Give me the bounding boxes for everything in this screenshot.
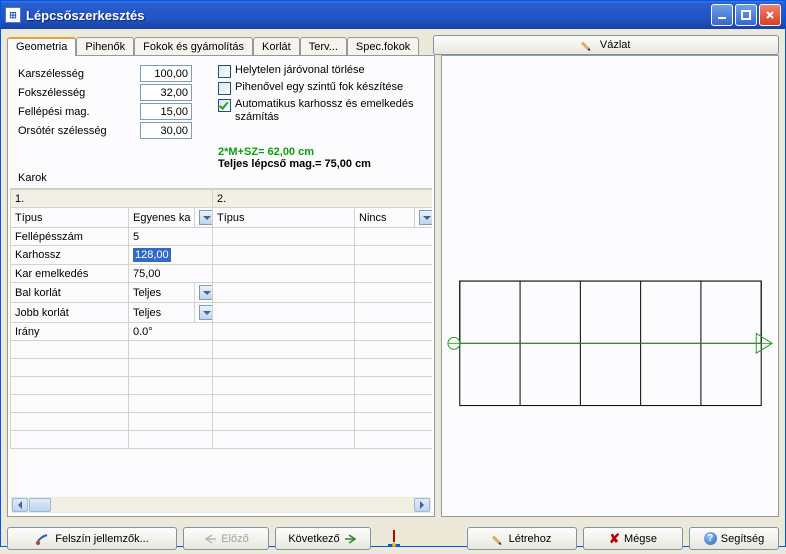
cell-tipus2-value[interactable]: Nincs (355, 208, 415, 228)
footer-bar: Felszín jellemzők... Előző Következő Lét… (1, 523, 785, 554)
cell-irany-value[interactable]: 0.0° (129, 323, 213, 341)
preview-panel (441, 55, 779, 517)
input-fellepesi[interactable] (140, 103, 192, 120)
tab-fokok[interactable]: Fokok és gyámolítás (134, 37, 253, 56)
window-title: Lépcsőszerkesztés (26, 8, 711, 23)
pencil-icon (579, 37, 596, 54)
cell-fellepes-value[interactable]: 5 (129, 228, 213, 246)
scroll-left-icon[interactable] (12, 498, 28, 512)
cell-karemel-value[interactable]: 75,00 (129, 265, 213, 283)
calc-formula: 2*M+SZ= 62,00 cm (218, 146, 432, 158)
input-fokszelesseg[interactable] (140, 84, 192, 101)
titlebar: ⊞ Lépcsőszerkesztés (1, 1, 785, 29)
cell-balk-label: Bal korlát (11, 283, 129, 303)
tipus-dropdown-1[interactable] (199, 210, 213, 225)
arms-grid: 1. 2. 3. Típus Egyenes ka Típus Nincs Tí… (10, 188, 432, 463)
cell-jobbk-label: Jobb korlát (11, 303, 129, 323)
cell-balk-value[interactable]: Teljes (129, 283, 195, 303)
arrow-right-icon (344, 534, 358, 544)
checkbox-helytelen-label: Helytelen járóvonal törlése (235, 64, 365, 77)
label-karszelesseg: Karszélesség (10, 68, 140, 80)
sketch-button[interactable]: Vázlat (433, 35, 779, 55)
calc-total: Teljes lépcső mag.= 75,00 cm (218, 158, 432, 170)
checkbox-automatikus[interactable] (218, 99, 231, 112)
tab-pihenok[interactable]: Pihenők (76, 37, 134, 56)
balk-dropdown[interactable] (199, 285, 213, 300)
checkbox-pihenovel[interactable] (218, 82, 231, 95)
input-orsoter[interactable] (140, 122, 192, 139)
scroll-right-icon[interactable] (414, 498, 430, 512)
checkbox-helytelen[interactable] (218, 65, 231, 78)
close-button[interactable] (759, 4, 781, 26)
checkbox-pihenovel-label: Pihenővel egy szintű fok készítése (235, 81, 403, 94)
tab-terv[interactable]: Terv... (300, 37, 347, 56)
cell-tipus2-label: Típus (213, 208, 355, 228)
cell-karhossz-value[interactable]: 128,00 (129, 246, 213, 265)
help-icon: ? (704, 532, 717, 545)
input-karszelesseg[interactable] (140, 65, 192, 82)
pencil-icon (490, 530, 507, 547)
label-fellepesi: Fellépési mag. (10, 106, 140, 118)
maximize-button[interactable] (735, 4, 757, 26)
karok-label: Karok (10, 172, 432, 184)
tabs-row: Geometria Pihenők Fokok és gyámolítás Ko… (1, 29, 785, 55)
cell-irany-label: Irány (11, 323, 129, 341)
tipus-dropdown-2[interactable] (419, 210, 432, 225)
label-orsoter: Orsótér szélesség (10, 125, 140, 137)
arrow-left-icon (203, 534, 217, 544)
geometry-panel: Karszélesség Fokszélesség Fellépési mag.… (7, 55, 435, 517)
cell-jobbk-value[interactable]: Teljes (129, 303, 195, 323)
cell-tipus-label: Típus (11, 208, 129, 228)
axis-icon (385, 528, 403, 550)
sketch-label: Vázlat (600, 39, 631, 51)
grid-header-2[interactable]: 2. (213, 190, 433, 208)
cell-fellepes-label: Fellépésszám (11, 228, 129, 246)
scroll-thumb[interactable] (29, 498, 51, 512)
jobbk-dropdown[interactable] (199, 305, 213, 320)
tab-korlat[interactable]: Korlát (253, 37, 300, 56)
tab-specfokok[interactable]: Spec.fokok (347, 37, 419, 56)
x-icon: ✘ (609, 531, 620, 547)
stair-preview (442, 56, 778, 516)
label-fokszelesseg: Fokszélesség (10, 87, 140, 99)
grid-header-1[interactable]: 1. (11, 190, 213, 208)
app-icon: ⊞ (5, 7, 21, 23)
checkbox-automatikus-label: Automatikus karhossz és emelkedés számít… (235, 98, 428, 124)
grid-hscrollbar[interactable] (11, 497, 431, 513)
minimize-button[interactable] (711, 4, 733, 26)
cell-karemel-label: Kar emelkedés (11, 265, 129, 283)
cell-tipus-value[interactable]: Egyenes ka (129, 208, 195, 228)
cell-karhossz-label: Karhossz (11, 246, 129, 265)
brush-icon (35, 533, 51, 545)
tab-geometria[interactable]: Geometria (7, 37, 76, 56)
